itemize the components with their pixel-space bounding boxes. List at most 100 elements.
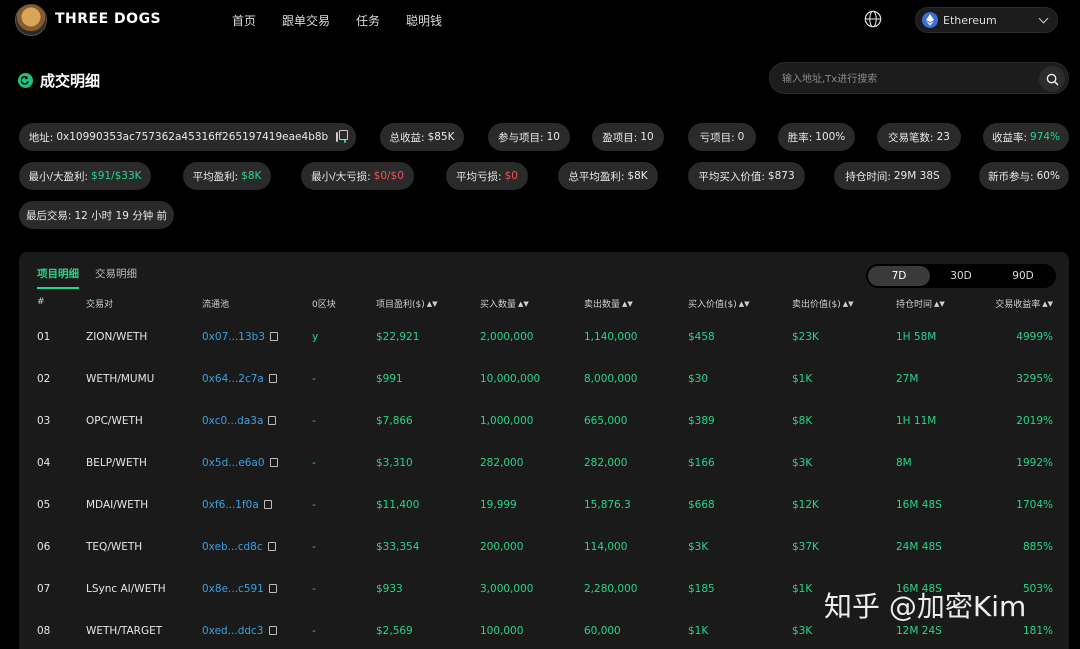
chain-selector[interactable]: Ethereum bbox=[915, 7, 1058, 33]
stat-total-avg-profit: 总平均盈利: $8K bbox=[558, 162, 658, 190]
dog-logo-icon[interactable] bbox=[15, 4, 47, 36]
detail-tabs: 项目明细 交易明细 bbox=[37, 266, 137, 289]
cell-pool[interactable]: 0xc0...da3a bbox=[202, 400, 277, 442]
search-icon bbox=[1046, 73, 1059, 86]
copy-icon[interactable] bbox=[269, 332, 278, 341]
cell-pool[interactable]: 0x64...2c7a bbox=[202, 358, 277, 400]
nav-copy-trade[interactable]: 跟单交易 bbox=[282, 12, 330, 29]
cell-text: 1704% bbox=[1016, 499, 1053, 511]
nav-tasks[interactable]: 任务 bbox=[356, 12, 380, 29]
search-input[interactable] bbox=[782, 70, 1032, 88]
copy-icon[interactable] bbox=[268, 416, 277, 425]
cell-pool[interactable]: 0xeb...cd8c bbox=[202, 526, 276, 568]
col-sell-value[interactable]: 卖出价值($) ▲▼ bbox=[792, 297, 854, 310]
pool-address-link[interactable]: 0xf6...1f0a bbox=[202, 499, 259, 511]
cell-text: $933 bbox=[376, 583, 403, 595]
tab-project-detail[interactable]: 项目明细 bbox=[37, 266, 79, 289]
cell-text: $37K bbox=[792, 541, 819, 553]
cell-text: $389 bbox=[688, 415, 715, 427]
col-hold-time[interactable]: 持仓时间 ▲▼ bbox=[896, 297, 945, 310]
cell-text: 06 bbox=[37, 541, 51, 553]
cell-text: 100,000 bbox=[480, 625, 524, 637]
cell-idx: 07 bbox=[37, 568, 50, 610]
cell-text: $185 bbox=[688, 583, 715, 595]
pool-address-link[interactable]: 0xed...ddc3 bbox=[202, 625, 264, 637]
cell-sell-qty: 282,000 bbox=[584, 442, 627, 484]
cell-pool[interactable]: 0xed...ddc3 bbox=[202, 610, 277, 649]
table-row[interactable]: 03 OPC/WETH 0xc0...da3a - $7,866 1,000,000 665… bbox=[19, 400, 1069, 442]
nav-home[interactable]: 首页 bbox=[232, 12, 256, 29]
cell-buy-val: $30 bbox=[688, 358, 708, 400]
cell-text: 03 bbox=[37, 415, 51, 427]
table-row[interactable]: 06 TEQ/WETH 0xeb...cd8c - $33,354 200,000 114,… bbox=[19, 526, 1069, 568]
cell-text: 16M 48S bbox=[896, 499, 942, 511]
cell-text: $33,354 bbox=[376, 541, 420, 553]
cell-block0: - bbox=[312, 526, 316, 568]
copy-icon[interactable] bbox=[268, 374, 277, 383]
cell-text: 05 bbox=[37, 499, 51, 511]
cell-idx: 05 bbox=[37, 484, 50, 526]
col-sell-qty[interactable]: 卖出数量 ▲▼ bbox=[584, 297, 633, 310]
pool-address-link[interactable]: 0x5d...e6a0 bbox=[202, 457, 265, 469]
cell-text: - bbox=[312, 415, 316, 427]
cell-text: $3,310 bbox=[376, 457, 413, 469]
cell-sell-val: $23K bbox=[792, 316, 819, 358]
cell-pair: ZION/WETH bbox=[86, 316, 147, 358]
cell-block0: y bbox=[312, 316, 318, 358]
cell-text: TEQ/WETH bbox=[86, 541, 143, 553]
cell-roi: 503% bbox=[1023, 568, 1053, 610]
cell-text: 200,000 bbox=[480, 541, 524, 553]
cell-text: 24M 48S bbox=[896, 541, 942, 553]
cell-text: $668 bbox=[688, 499, 715, 511]
back-icon[interactable] bbox=[18, 73, 33, 88]
cell-idx: 06 bbox=[37, 526, 50, 568]
stat-winrate: 胜率: 100% bbox=[778, 123, 855, 151]
pool-address-link[interactable]: 0xc0...da3a bbox=[202, 415, 263, 427]
cell-pool[interactable]: 0x5d...e6a0 bbox=[202, 442, 278, 484]
nav-smart-money[interactable]: 聪明钱 bbox=[406, 12, 442, 29]
copy-icon[interactable] bbox=[263, 500, 272, 509]
copy-icon[interactable] bbox=[267, 542, 276, 551]
pool-address-link[interactable]: 0x07...13b3 bbox=[202, 331, 265, 343]
chain-name: Ethereum bbox=[943, 13, 997, 27]
cell-hold: 24M 48S bbox=[896, 526, 942, 568]
copy-icon[interactable] bbox=[268, 584, 277, 593]
range-30d[interactable]: 30D bbox=[930, 266, 992, 286]
table-row[interactable]: 05 MDAI/WETH 0xf6...1f0a - $11,400 19,999 15,8… bbox=[19, 484, 1069, 526]
pool-address-link[interactable]: 0x64...2c7a bbox=[202, 373, 264, 385]
table-row[interactable]: 01 ZION/WETH 0x07...13b3 y $22,921 2,000,000 1… bbox=[19, 316, 1069, 358]
search-button[interactable] bbox=[1039, 66, 1065, 92]
cell-text: 01 bbox=[37, 331, 51, 343]
cell-pool[interactable]: 0xf6...1f0a bbox=[202, 484, 272, 526]
col-roi[interactable]: 交易收益率 ▲▼ bbox=[995, 297, 1053, 310]
cell-pool[interactable]: 0x07...13b3 bbox=[202, 316, 278, 358]
col-index: # bbox=[37, 297, 45, 307]
cell-pool[interactable]: 0x8e...c591 bbox=[202, 568, 277, 610]
copy-icon[interactable] bbox=[269, 458, 278, 467]
cell-sell-qty: 114,000 bbox=[584, 526, 627, 568]
cell-text: 15,876.3 bbox=[584, 499, 631, 511]
cell-block0: - bbox=[312, 610, 316, 649]
watermark: 知乎 @加密Kim bbox=[824, 590, 1027, 623]
table-row[interactable]: 04 BELP/WETH 0x5d...e6a0 - $3,310 282,000 282,… bbox=[19, 442, 1069, 484]
range-7d[interactable]: 7D bbox=[868, 266, 930, 286]
globe-icon[interactable] bbox=[864, 10, 882, 28]
col-buy-value[interactable]: 买入价值($) ▲▼ bbox=[688, 297, 750, 310]
col-profit[interactable]: 项目盈利($) ▲▼ bbox=[376, 297, 438, 310]
table-row[interactable]: 02 WETH/MUMU 0x64...2c7a - $991 10,000,000 8,0… bbox=[19, 358, 1069, 400]
copy-icon[interactable] bbox=[268, 626, 277, 635]
tab-trade-detail[interactable]: 交易明细 bbox=[95, 266, 137, 289]
range-90d[interactable]: 90D bbox=[992, 266, 1054, 286]
cell-profit: $33,354 bbox=[376, 526, 419, 568]
pool-address-link[interactable]: 0xeb...cd8c bbox=[202, 541, 263, 553]
copy-icon[interactable] bbox=[336, 130, 349, 142]
sort-icon: ▲▼ bbox=[842, 300, 854, 308]
cell-profit: $2,569 bbox=[376, 610, 413, 649]
pool-address-link[interactable]: 0x8e...c591 bbox=[202, 583, 264, 595]
cell-text: ZION/WETH bbox=[86, 331, 148, 343]
cell-pair: MDAI/WETH bbox=[86, 484, 148, 526]
cell-block0: - bbox=[312, 484, 316, 526]
brand-name[interactable]: THREE DOGS bbox=[55, 11, 161, 27]
stat-new-coin: 新币参与: 60% bbox=[979, 162, 1069, 190]
col-buy-qty[interactable]: 买入数量 ▲▼ bbox=[480, 297, 529, 310]
